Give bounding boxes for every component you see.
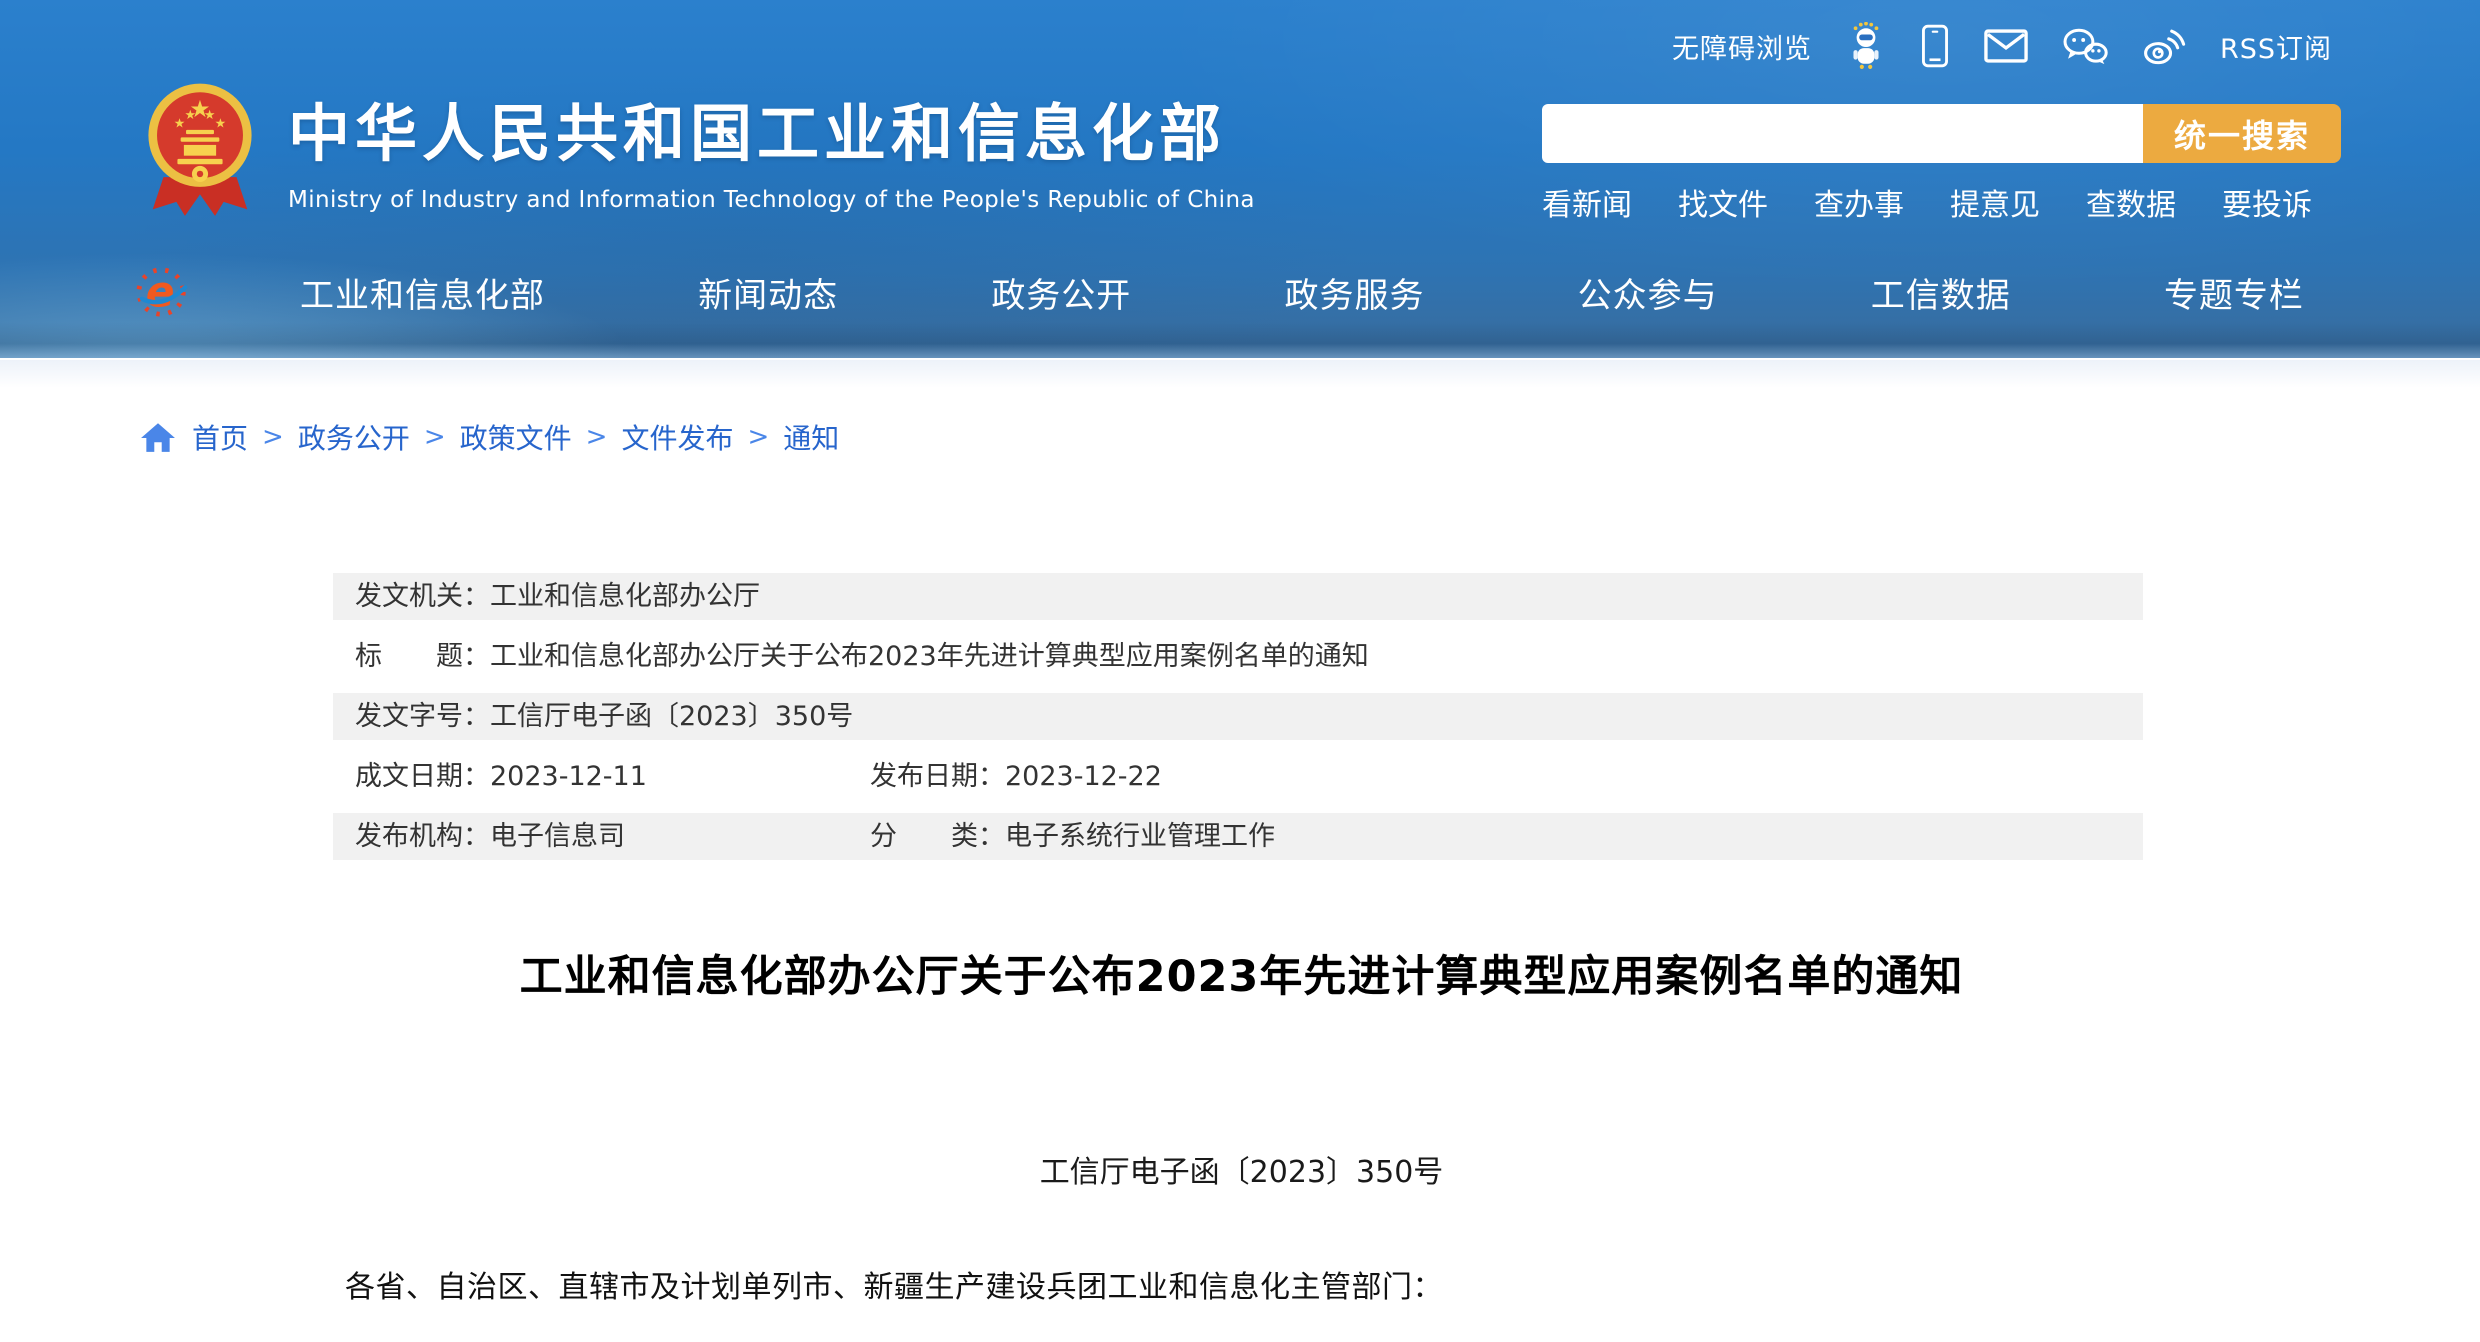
breadcrumb-separator: > [586,422,608,452]
svg-text:e: e [146,268,175,317]
meta-row-issuing-agency: 发文机关：工业和信息化部办公厅 [333,573,2143,620]
meta-row-doc-number: 发文字号：工信厅电子函〔2023〕350号 [333,693,2143,740]
meta-value: 电子系统行业管理工作 [1005,821,1275,852]
brand-block: ★ ★ ★ ★ ★ 中华人民共和国工业和信息化部 Ministry of Ind… [146,74,1255,222]
breadcrumb: 首页 > 政务公开 > 政策文件 > 文件发布 > 通知 [140,417,839,457]
site-title: 中华人民共和国工业和信息化部 [288,83,1255,173]
rss-subscribe-link[interactable]: RSS订阅 [2220,27,2332,66]
site-header: 无障碍浏览 [0,0,2480,358]
meta-label: 发文机关： [355,581,490,612]
nav-item-gov-service[interactable]: 政务服务 [1284,268,1424,317]
nav-item-gov-open[interactable]: 政务公开 [991,268,1131,317]
search-input[interactable] [1542,104,2143,163]
meta-label: 标 题： [355,641,490,672]
search-area: 统一搜索 [1542,104,2341,163]
wechat-icon[interactable] [2062,27,2108,65]
mobile-icon[interactable] [1920,24,1950,68]
quick-link-data[interactable]: 查数据 [2086,180,2176,224]
national-emblem-logo: ★ ★ ★ ★ ★ [146,74,254,222]
meta-value: 电子信息司 [490,821,625,852]
meta-row-dates: 成文日期：2023-12-11 发布日期：2023-12-22 [333,753,2143,800]
quick-link-files[interactable]: 找文件 [1678,180,1768,224]
breadcrumb-separator: > [262,422,284,452]
nav-item-miit[interactable]: 工业和信息化部 [300,268,545,317]
meta-row-publisher-category: 发布机构：电子信息司 分 类：电子系统行业管理工作 [333,813,2143,860]
meta-label: 发布日期： [870,761,1005,792]
meta-label: 成文日期： [355,761,490,792]
meta-label: 发布机构： [355,821,490,852]
brand-text: 中华人民共和国工业和信息化部 Ministry of Industry and … [288,83,1255,213]
meta-value: 2023-12-11 [490,761,647,792]
main-nav: e 工业和信息化部 新闻动态 政务公开 政务服务 公众参与 工信数据 专题专栏 [140,253,2340,331]
meta-value: 工信厅电子函〔2023〕350号 [490,701,853,732]
meta-value: 工业和信息化部办公厅关于公布2023年先进计算典型应用案例名单的通知 [490,641,1369,672]
svg-text:★: ★ [215,117,227,132]
document-meta-table: 发文机关：工业和信息化部办公厅 标 题：工业和信息化部办公厅关于公布2023年先… [333,573,2143,873]
breadcrumb-gov-open[interactable]: 政务公开 [298,417,410,457]
breadcrumb-home[interactable]: 首页 [192,417,248,457]
document-number: 工信厅电子函〔2023〕350号 [340,1147,2143,1191]
meta-label: 发文字号： [355,701,490,732]
nav-items: 工业和信息化部 新闻动态 政务公开 政务服务 公众参与 工信数据 专题专栏 [300,268,2304,317]
nav-item-special[interactable]: 专题专栏 [2164,268,2304,317]
meta-label: 分 类： [870,821,1005,852]
miit-e-logo-icon: e [136,263,190,321]
quick-links: 看新闻 找文件 查办事 提意见 查数据 要投诉 [1542,180,2312,224]
nav-item-public[interactable]: 公众参与 [1578,268,1718,317]
header-bottom-fade [0,360,2480,388]
document-salutation: 各省、自治区、直辖市及计划单列市、新疆生产建设兵团工业和信息化主管部门： [345,1262,1443,1306]
quick-link-news[interactable]: 看新闻 [1542,180,1632,224]
unified-search-button[interactable]: 统一搜索 [2143,104,2341,163]
breadcrumb-separator: > [747,422,769,452]
document-title: 工业和信息化部办公厅关于公布2023年先进计算典型应用案例名单的通知 [340,942,2143,1004]
mascot-robot-icon[interactable] [1846,22,1886,70]
breadcrumb-separator: > [424,422,446,452]
breadcrumb-notice[interactable]: 通知 [783,417,839,457]
quick-link-suggest[interactable]: 提意见 [1950,180,2040,224]
page-canvas: 无障碍浏览 [0,0,2480,1342]
breadcrumb-file-release[interactable]: 文件发布 [621,417,733,457]
quick-link-complaint[interactable]: 要投诉 [2222,180,2312,224]
nav-item-news[interactable]: 新闻动态 [698,268,838,317]
site-subtitle-en: Ministry of Industry and Information Tec… [288,187,1255,213]
accessibility-link[interactable]: 无障碍浏览 [1672,27,1812,66]
meta-row-title: 标 题：工业和信息化部办公厅关于公布2023年先进计算典型应用案例名单的通知 [333,633,2143,680]
weibo-icon[interactable] [2142,27,2186,65]
utility-bar: 无障碍浏览 [1672,22,2332,70]
meta-value: 2023-12-22 [1005,761,1162,792]
meta-value: 工业和信息化部办公厅 [490,581,760,612]
mail-icon[interactable] [1984,29,2028,63]
quick-link-services[interactable]: 查办事 [1814,180,1904,224]
svg-text:★: ★ [185,108,197,123]
breadcrumb-policy-files[interactable]: 政策文件 [460,417,572,457]
home-icon[interactable] [140,421,176,453]
nav-item-data[interactable]: 工信数据 [1871,268,2011,317]
